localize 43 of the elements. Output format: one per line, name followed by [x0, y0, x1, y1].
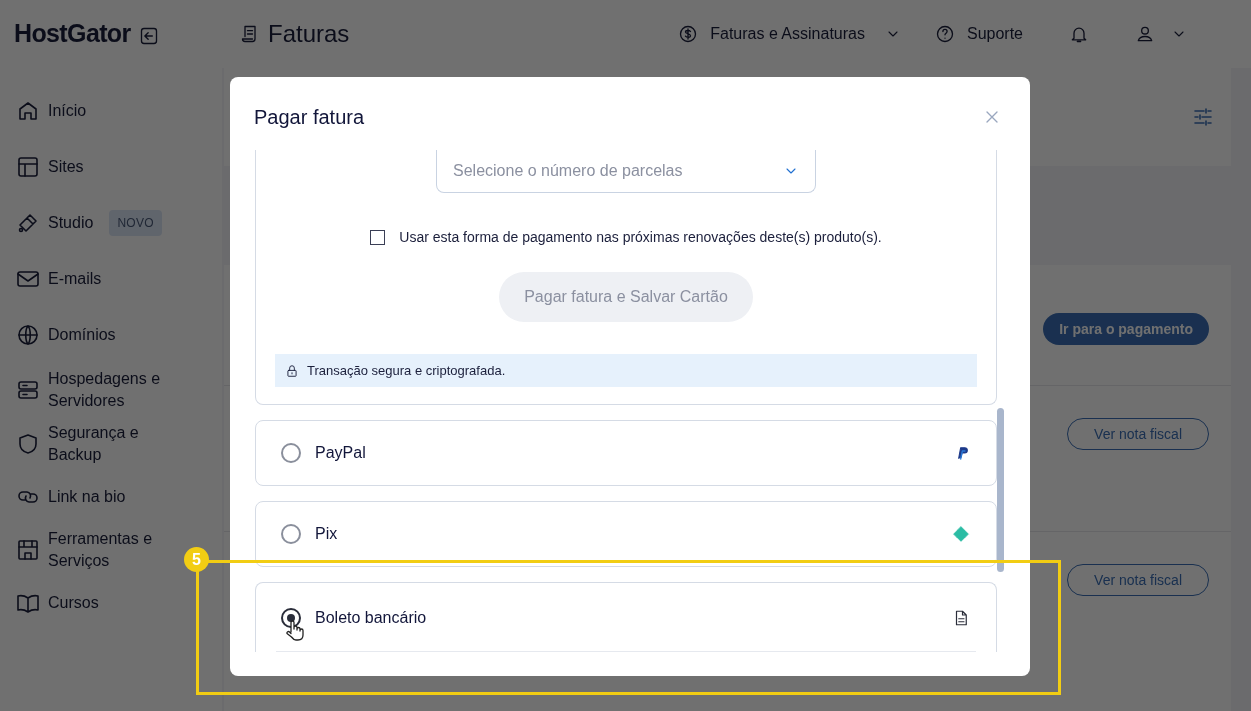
- payment-method-option[interactable]: PayPal: [255, 420, 997, 486]
- collapse-icon: [138, 26, 159, 46]
- sidebar-item[interactable]: Ferramentas e Serviços: [16, 528, 178, 572]
- page-title: Faturas: [268, 19, 350, 49]
- sidebar-item[interactable]: Link na bio: [16, 476, 178, 518]
- server-icon: [16, 378, 40, 402]
- dollar-icon: [678, 24, 699, 44]
- sidebar-item[interactable]: Início: [16, 90, 178, 132]
- filter-icon: [1191, 105, 1215, 129]
- hammer-icon: [16, 211, 40, 235]
- dialog-title: Pagar fatura: [254, 104, 365, 130]
- billing-menu[interactable]: Faturas e Assinaturas: [678, 22, 901, 46]
- method-label: PayPal: [315, 443, 366, 463]
- support-link[interactable]: Suporte: [934, 22, 1023, 46]
- sidebar-item[interactable]: E-mails: [16, 258, 178, 300]
- diamond-icon: [952, 525, 970, 543]
- home-icon: [16, 99, 40, 123]
- method-label: Boleto bancário: [315, 607, 427, 628]
- sidebar-item[interactable]: Domínios: [16, 314, 178, 356]
- payment-method-option[interactable]: Boleto bancário: [255, 582, 997, 652]
- store-icon: [16, 538, 40, 562]
- help-icon: [934, 24, 955, 44]
- checkbox-label: Usar esta forma de pagamento nas próximas renovações deste(s) produto(s).: [399, 228, 882, 247]
- checkbox[interactable]: [370, 230, 386, 245]
- security-text: Transação segura e criptografada.: [307, 361, 506, 380]
- shield-icon: [16, 432, 40, 456]
- installments-select[interactable]: Selecione o número de parcelas: [436, 150, 816, 193]
- new-badge: NOVO: [109, 210, 162, 236]
- sidebar-item[interactable]: Segurança e Backup: [16, 422, 178, 466]
- layout-icon: [16, 155, 40, 179]
- method-label: Pix: [315, 524, 338, 544]
- sidebar-item[interactable]: Cursos: [16, 582, 178, 624]
- radio-button[interactable]: [281, 443, 301, 463]
- radio-button[interactable]: [281, 524, 301, 544]
- scrollbar-thumb[interactable]: [997, 408, 1004, 572]
- payment-button[interactable]: Ir para o pagamento: [1043, 313, 1209, 345]
- logo[interactable]: HostGator: [14, 15, 131, 53]
- user-icon: [1135, 24, 1155, 44]
- sidebar-item[interactable]: Studio NOVO: [16, 202, 162, 244]
- sidebar-item[interactable]: Sites: [16, 146, 178, 188]
- lock-icon: [285, 363, 299, 378]
- globe-icon: [16, 323, 40, 347]
- sidebar-item[interactable]: Hospedagens e Servidores: [16, 368, 178, 412]
